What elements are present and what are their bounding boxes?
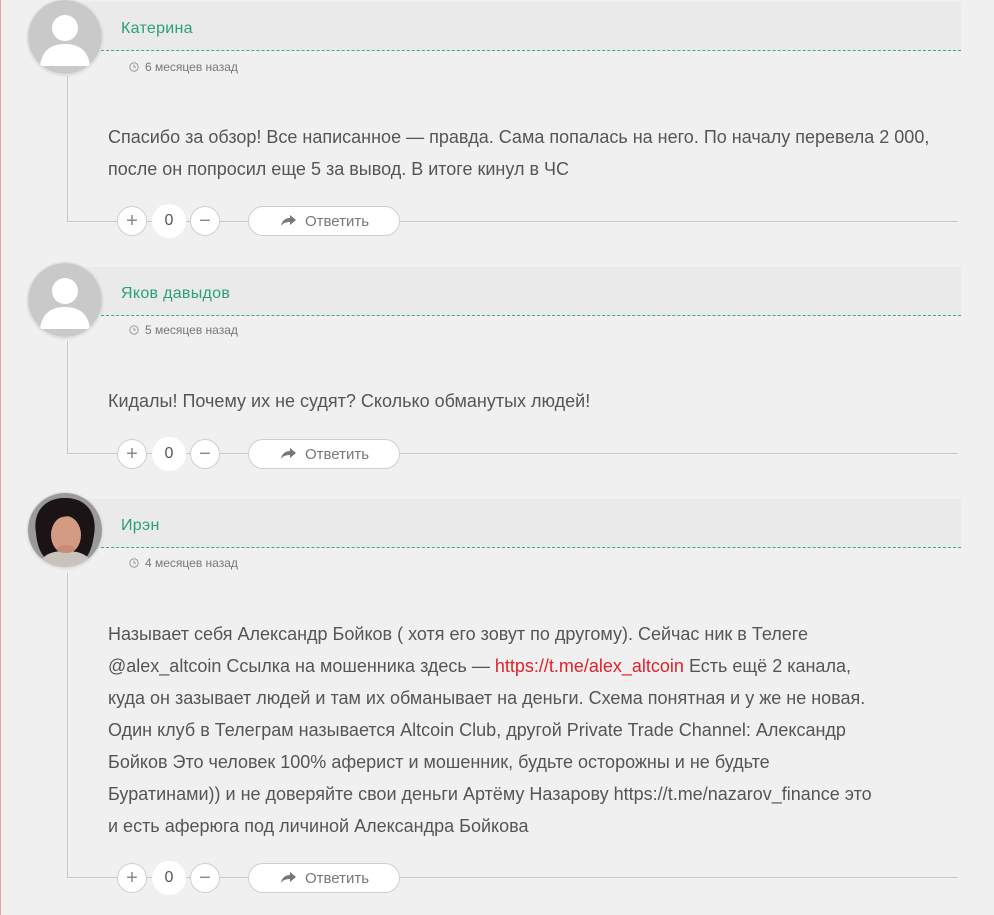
clock-icon: [129, 325, 139, 335]
comment: Яков давыдов 5 месяцев назад Кидалы! Поч…: [0, 255, 994, 485]
comment-date: 4 месяцев назад: [129, 556, 238, 570]
comment-header: [66, 499, 961, 548]
upvote-button[interactable]: +: [117, 439, 147, 469]
reply-arrow-icon: [280, 448, 296, 459]
comment-author[interactable]: Яков давыдов: [121, 285, 230, 303]
comment-date: 6 месяцев назад: [129, 60, 238, 74]
user-photo-icon: [28, 493, 102, 567]
reply-button[interactable]: Ответить: [248, 206, 400, 236]
comment-text: Спасибо за обзор! Все написанное — правд…: [108, 127, 935, 179]
thread-line: [67, 341, 68, 454]
comment-date-text: 6 месяцев назад: [145, 60, 238, 74]
clock-icon: [129, 62, 139, 72]
comment-date-text: 5 месяцев назад: [145, 323, 238, 337]
reply-label: Ответить: [304, 445, 370, 463]
downvote-button[interactable]: −: [190, 863, 220, 893]
vote-count: 0: [152, 204, 186, 238]
comment-author[interactable]: Ирэн: [121, 517, 160, 535]
reply-button[interactable]: Ответить: [248, 863, 400, 893]
comment-author[interactable]: Катерина: [121, 20, 193, 38]
clock-icon: [129, 558, 139, 568]
comment-text: Кидалы! Почему их не судят? Сколько обма…: [108, 391, 591, 411]
reply-label: Ответить: [304, 212, 370, 230]
comment-text: Называет себя Александр Бойков ( хотя ег…: [108, 618, 968, 842]
comment: Ирэн 4 месяцев назад Называет себя Алекс…: [0, 485, 994, 915]
thread-line: [67, 573, 68, 878]
default-avatar-icon: [28, 263, 102, 337]
comment-date-text: 4 месяцев назад: [145, 556, 238, 570]
comment-header: [66, 2, 961, 51]
avatar[interactable]: [28, 0, 102, 74]
reply-arrow-icon: [280, 215, 296, 226]
reply-button[interactable]: Ответить: [248, 439, 400, 469]
vote-count: 0: [152, 437, 186, 471]
comment-date: 5 месяцев назад: [129, 323, 238, 337]
downvote-button[interactable]: −: [190, 206, 220, 236]
upvote-button[interactable]: +: [117, 863, 147, 893]
reply-label: Ответить: [304, 869, 370, 887]
comment-text-part: Есть ещё 2 канала, куда он зазывает люде…: [108, 656, 872, 836]
default-avatar-icon: [28, 0, 102, 74]
reply-arrow-icon: [280, 872, 296, 883]
upvote-button[interactable]: +: [117, 206, 147, 236]
downvote-button[interactable]: −: [190, 439, 220, 469]
avatar[interactable]: [28, 263, 102, 337]
comment-link[interactable]: https://t.me/alex_altcoin: [495, 656, 684, 676]
thread-line: [67, 76, 68, 222]
avatar[interactable]: [28, 493, 102, 567]
vote-count: 0: [152, 861, 186, 895]
comment: Катерина 6 месяцев назад Спасибо за обзо…: [0, 0, 994, 255]
